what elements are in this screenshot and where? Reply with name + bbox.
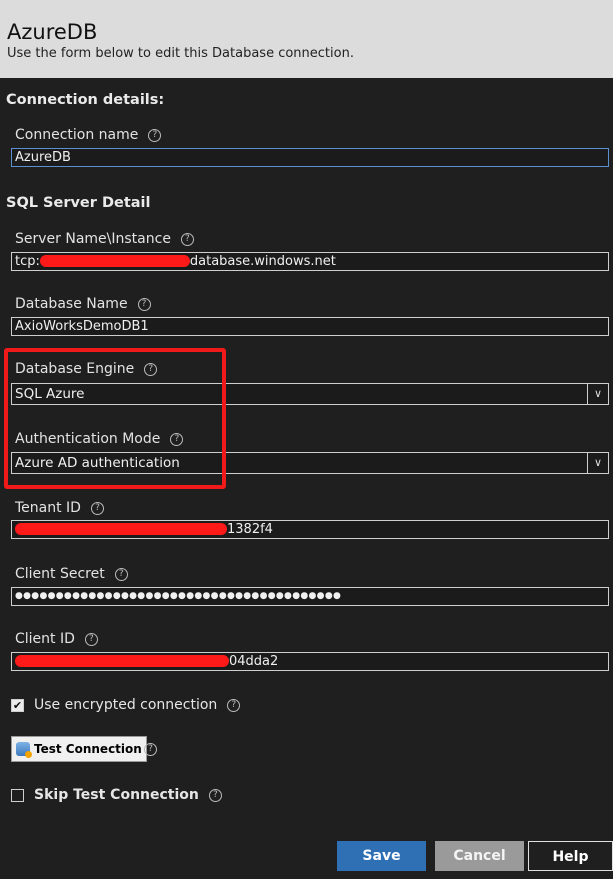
help-circle-icon[interactable]: ? <box>227 698 241 712</box>
auth-mode-value: Azure AD authentication <box>15 455 180 471</box>
help-circle-icon[interactable]: ? <box>148 128 162 142</box>
database-engine-select[interactable]: SQL Azure ∨ <box>11 383 609 405</box>
auth-mode-select[interactable]: Azure AD authentication ∨ <box>11 452 609 474</box>
tenant-id-label-row: Tenant ID ? <box>15 500 104 516</box>
client-suffix-text: 04dda2 <box>229 654 279 669</box>
help-circle-icon[interactable]: ? <box>144 362 158 376</box>
client-secret-input[interactable]: ●●●●●●●●●●●●●●●●●●●●●●●●●●●●●●●●●●●●●●●● <box>11 587 609 606</box>
redaction-mark <box>39 254 190 267</box>
server-name-label: Server Name\Instance <box>15 231 171 247</box>
sql-server-heading: SQL Server Detail <box>6 195 151 211</box>
checkmark-icon: ✔ <box>12 698 23 712</box>
auth-mode-label-row: Authentication Mode ? <box>15 431 184 447</box>
connection-name-label: Connection name <box>15 127 139 143</box>
help-button[interactable]: Help <box>528 841 613 871</box>
server-suffix-text: database.windows.net <box>189 254 336 269</box>
help-circle-icon[interactable]: ? <box>180 232 194 246</box>
client-id-input[interactable]: 04dda2 <box>11 652 609 671</box>
skip-test-checkbox[interactable] <box>11 788 24 802</box>
client-secret-label: Client Secret <box>15 566 105 582</box>
connection-name-label-row: Connection name ? <box>15 127 162 143</box>
server-name-label-row: Server Name\Instance ? <box>15 231 194 247</box>
encrypted-connection-row: ✔ Use encrypted connection ? <box>11 697 241 713</box>
help-circle-icon[interactable]: ? <box>90 501 104 515</box>
server-name-input[interactable]: tcp: database.windows.net <box>11 252 609 271</box>
redaction-mark <box>15 654 229 667</box>
help-circle-icon[interactable]: ? <box>114 567 128 581</box>
server-prefix-text: tcp: <box>15 254 40 269</box>
help-circle-icon[interactable]: ? <box>170 432 184 446</box>
auth-mode-label: Authentication Mode <box>15 431 161 447</box>
connection-name-input[interactable]: AzureDB <box>11 148 609 167</box>
tenant-id-label: Tenant ID <box>15 500 81 516</box>
tenant-id-input[interactable]: 1382f4 <box>11 520 609 539</box>
chevron-down-icon[interactable]: ∨ <box>587 384 608 404</box>
database-engine-label: Database Engine <box>15 361 135 377</box>
help-circle-icon[interactable]: ? <box>137 297 151 311</box>
database-engine-value: SQL Azure <box>15 386 85 402</box>
test-connection-label: Test Connection <box>34 742 142 756</box>
tenant-suffix-text: 1382f4 <box>227 522 273 537</box>
database-engine-label-row: Database Engine ? <box>15 361 158 377</box>
client-secret-label-row: Client Secret ? <box>15 566 128 582</box>
skip-test-label: Skip Test Connection <box>34 787 199 803</box>
connection-details-heading: Connection details: <box>6 92 165 108</box>
database-name-input[interactable]: AxioWorksDemoDB1 <box>11 317 609 336</box>
help-circle-icon[interactable]: ? <box>144 743 157 756</box>
encrypted-connection-checkbox[interactable]: ✔ <box>11 698 24 712</box>
test-connection-button[interactable]: Test Connection <box>11 736 147 762</box>
chevron-down-icon[interactable]: ∨ <box>587 453 608 473</box>
help-circle-icon[interactable]: ? <box>208 788 222 802</box>
save-button[interactable]: Save <box>337 841 426 871</box>
database-icon <box>16 742 32 758</box>
database-name-label: Database Name <box>15 296 128 312</box>
page-title: AzureDB <box>7 20 98 44</box>
client-id-label: Client ID <box>15 631 75 647</box>
database-name-label-row: Database Name ? <box>15 296 151 312</box>
dialog-header: AzureDB Use the form below to edit this … <box>0 0 613 78</box>
help-circle-icon[interactable]: ? <box>84 632 98 646</box>
redaction-mark <box>15 522 227 535</box>
encrypted-connection-label: Use encrypted connection <box>34 697 218 713</box>
page-subtitle: Use the form below to edit this Database… <box>7 46 354 61</box>
client-id-label-row: Client ID ? <box>15 631 98 647</box>
cancel-button[interactable]: Cancel <box>435 841 524 871</box>
skip-test-row: Skip Test Connection ? <box>11 787 222 803</box>
